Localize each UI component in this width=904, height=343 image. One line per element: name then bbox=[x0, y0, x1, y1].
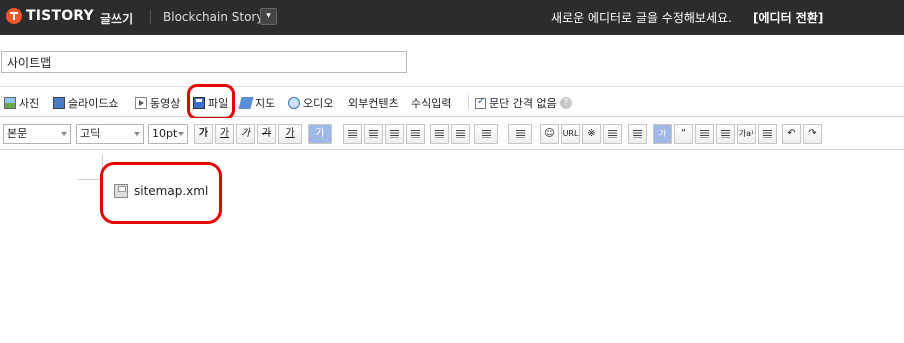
align-right-icon bbox=[390, 130, 399, 138]
attach-external-label: 외부컨텐츠 bbox=[348, 97, 399, 110]
table-icon bbox=[608, 130, 617, 138]
editor-notice: 새로운 에디터로 글을 수정해보세요. bbox=[551, 11, 732, 25]
indent-button[interactable] bbox=[430, 124, 449, 144]
undo-button[interactable]: ↶ bbox=[782, 124, 801, 144]
paragraph-gap-label: 문단 간격 없음 bbox=[489, 97, 557, 110]
editor-switch-link[interactable]: [에디터 전환] bbox=[753, 9, 823, 26]
rule-icon bbox=[700, 130, 709, 138]
paragraph-style-select[interactable]: 본문 bbox=[3, 124, 71, 144]
map-icon bbox=[238, 97, 254, 109]
divider bbox=[150, 10, 151, 24]
chevron-down-icon[interactable]: ▾ bbox=[260, 8, 277, 25]
font-select[interactable]: 고딕 bbox=[76, 124, 144, 144]
indent-icon bbox=[435, 130, 444, 138]
blog-name[interactable]: Blockchain Story bbox=[163, 10, 263, 24]
attach-photo-label: 사진 bbox=[19, 97, 40, 110]
attach-audio-label: 오디오 bbox=[303, 97, 334, 110]
emoticon-button[interactable]: ☺ bbox=[540, 124, 559, 144]
align-justify-button[interactable] bbox=[406, 124, 425, 144]
chevron-down-icon bbox=[134, 132, 140, 136]
attach-external-button[interactable]: 외부컨텐츠 bbox=[348, 95, 399, 111]
divider bbox=[468, 95, 469, 109]
bold-button[interactable]: 가 bbox=[194, 124, 213, 144]
box-button[interactable] bbox=[628, 124, 647, 144]
horizontal-rule-button[interactable] bbox=[695, 124, 714, 144]
attach-toolbar: 사진 슬라이드쇼 동영상 파일 지도 오디오 외부컨텐츠 수식입력 문단 간격 … bbox=[0, 86, 904, 117]
align-justify-icon bbox=[411, 130, 420, 138]
line-height-button[interactable] bbox=[474, 124, 498, 144]
font-color-button[interactable]: 가 bbox=[278, 124, 302, 144]
superscript-button[interactable]: 가a¹ bbox=[737, 124, 756, 144]
more-button[interactable] bbox=[716, 124, 735, 144]
font-value: 고딕 bbox=[80, 127, 101, 140]
attach-formula-button[interactable]: 수식입력 bbox=[411, 95, 451, 111]
tistory-logo-icon bbox=[6, 8, 22, 24]
top-bar: TISTORY 글쓰기 Blockchain Story ▾ 새로운 에디터로 … bbox=[0, 0, 904, 35]
outdent-button[interactable] bbox=[451, 124, 470, 144]
box-text-button[interactable]: 가 bbox=[653, 124, 672, 144]
italic-button[interactable]: 가 bbox=[236, 124, 255, 144]
attach-video-label: 동영상 bbox=[150, 97, 181, 110]
align-center-icon bbox=[369, 130, 378, 138]
list-button[interactable] bbox=[508, 124, 532, 144]
align-left-button[interactable] bbox=[343, 124, 362, 144]
redo-button[interactable]: ↷ bbox=[803, 124, 822, 144]
write-menu-label[interactable]: 글쓰기 bbox=[100, 10, 133, 27]
font-size-select[interactable]: 10pt bbox=[148, 124, 188, 144]
outdent-icon bbox=[456, 130, 465, 138]
tistory-logo[interactable]: TISTORY bbox=[6, 8, 94, 24]
paragraph-style-value: 본문 bbox=[7, 127, 28, 140]
photo-icon bbox=[4, 97, 16, 109]
quote-button[interactable]: “ bbox=[674, 124, 693, 144]
attach-map-button[interactable]: 지도 bbox=[238, 95, 276, 111]
line-height-icon bbox=[481, 130, 491, 138]
underline-button[interactable]: 가 bbox=[215, 124, 234, 144]
emoticon-icon: ☺ bbox=[544, 128, 555, 139]
special-char-button[interactable]: ※ bbox=[582, 124, 601, 144]
video-icon bbox=[135, 97, 147, 109]
table-button[interactable] bbox=[603, 124, 622, 144]
highlight-attached-file bbox=[100, 162, 222, 224]
url-button[interactable]: URL bbox=[561, 124, 580, 144]
align-left-icon bbox=[348, 130, 357, 138]
bg-color-button[interactable]: 가 bbox=[308, 124, 332, 144]
attach-photo-button[interactable]: 사진 bbox=[4, 95, 39, 111]
save-icon-button[interactable] bbox=[758, 124, 777, 144]
attach-slideshow-button[interactable]: 슬라이드쇼 bbox=[53, 95, 119, 111]
attach-audio-button[interactable]: 오디오 bbox=[288, 95, 333, 111]
format-toolbar: 본문 고딕 10pt 가 가 가 가 가 가 ☺ URL ※ 가 “ 가a¹ ↶… bbox=[0, 118, 904, 150]
strike-button[interactable]: 가 bbox=[257, 124, 276, 144]
attach-map-label: 지도 bbox=[255, 97, 276, 110]
align-center-button[interactable] bbox=[364, 124, 383, 144]
highlight-file-button bbox=[187, 84, 235, 120]
attach-video-button[interactable]: 동영상 bbox=[135, 95, 180, 111]
align-right-button[interactable] bbox=[385, 124, 404, 144]
more-icon bbox=[721, 130, 730, 138]
slideshow-icon bbox=[53, 97, 65, 109]
save-icon bbox=[763, 130, 772, 138]
chevron-down-icon bbox=[178, 132, 184, 136]
chevron-down-icon bbox=[61, 132, 67, 136]
attach-slideshow-label: 슬라이드쇼 bbox=[68, 97, 119, 110]
list-icon bbox=[515, 130, 525, 138]
help-icon[interactable]: ? bbox=[559, 97, 572, 109]
logo-text: TISTORY bbox=[26, 8, 94, 24]
paragraph-gap-toggle[interactable]: 문단 간격 없음 ? bbox=[475, 95, 572, 111]
font-size-value: 10pt bbox=[152, 127, 178, 140]
attach-formula-label: 수식입력 bbox=[411, 97, 452, 110]
paragraph-gap-checkbox[interactable] bbox=[475, 96, 486, 109]
box-icon bbox=[633, 130, 642, 138]
post-title-input[interactable] bbox=[1, 51, 407, 73]
audio-icon bbox=[288, 97, 300, 109]
